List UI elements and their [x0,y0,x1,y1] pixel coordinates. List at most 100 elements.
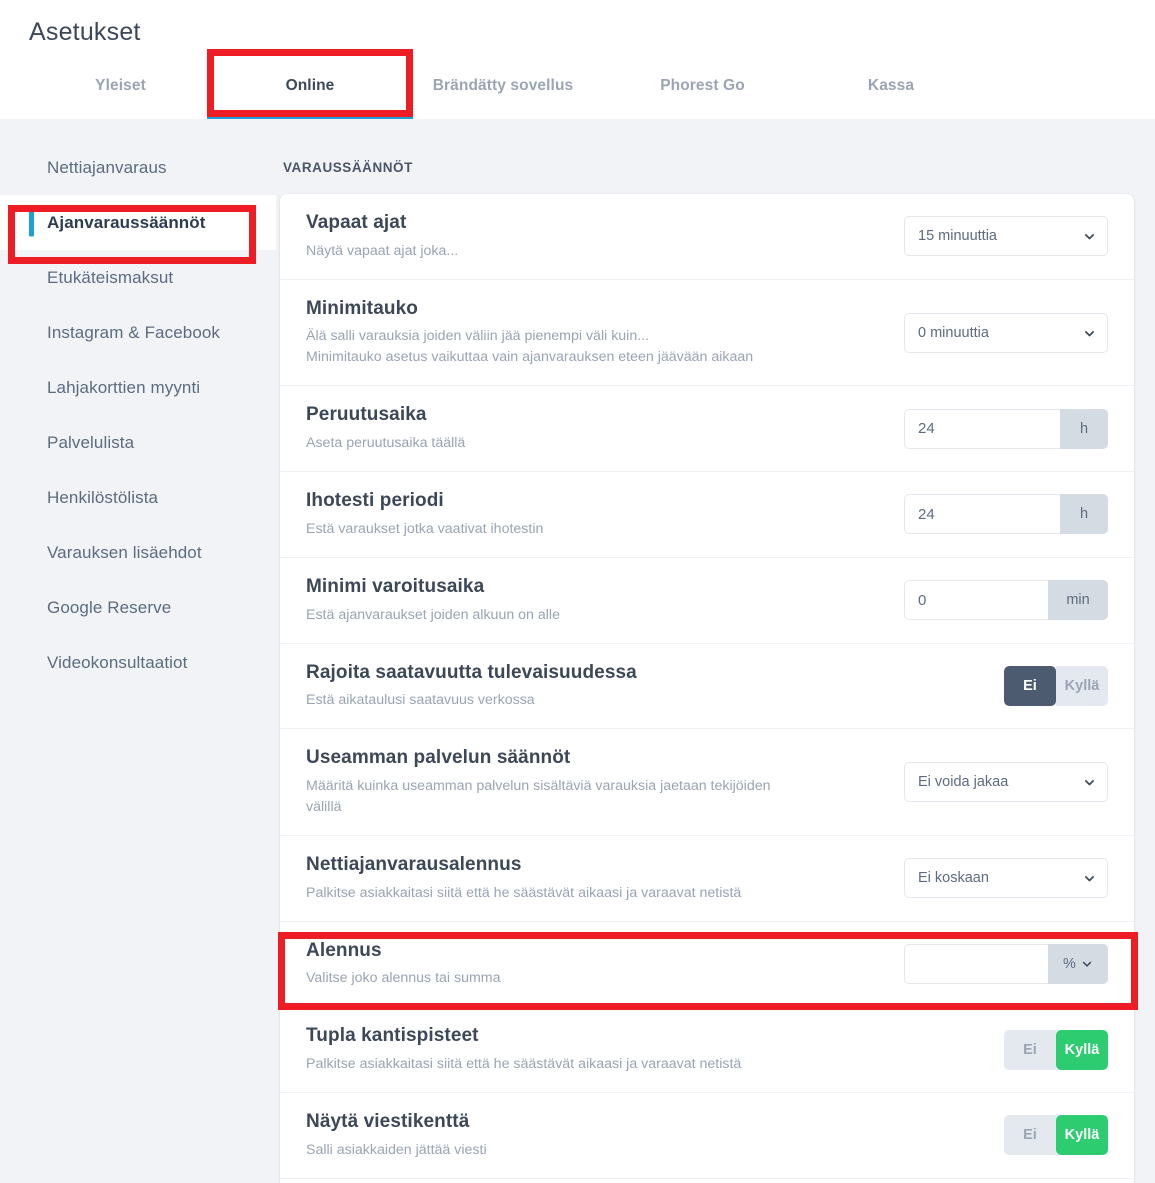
row-control: Ei voida jakaa [904,762,1108,803]
toggle-rajoita-saatavuutta-tulevaisuudessa: Ei Kyllä [1004,665,1108,706]
row-description: Salli asiakkaiden jättää viesti [306,1140,487,1161]
toggle-option-no[interactable]: Ei [1004,665,1056,706]
settings-row-alennus: Alennus Valitse joko alennus tai summa% [280,920,1134,1007]
dropdown-value: 15 minuuttia [918,228,997,245]
row-control: min [904,580,1108,621]
sidebar-item-label: Lahjakorttien myynti [47,377,201,397]
row-text-block: Tupla kantispisteet Palkitse asiakkaitasi… [306,1024,741,1075]
tab-label: Brändätty sovellus [432,77,574,94]
toggle-option-yes[interactable]: Kyllä [1056,1029,1108,1070]
page-header: Asetukset Yleiset Online Brändätty sovellu… [0,0,1155,119]
unit-text: % [1063,956,1076,972]
row-title: Useamman palvelun säännöt [306,747,571,769]
toggle-option-no[interactable]: Ei [1004,1115,1056,1156]
row-control: 15 minuuttia [904,216,1108,257]
input-ihotesti-periodi[interactable] [904,494,1060,535]
sidebar-item-label: Google Reserve [47,597,172,617]
row-description: Palkitse asiakkaitasi siitä että he sääs… [306,1054,741,1075]
row-description-line-1: Näytä vapaat ajat joka... [306,242,459,259]
sidebar-item-varauksen-lisäehdot[interactable]: Varauksen lisäehdot [0,525,276,580]
row-control: h [904,494,1108,535]
dropdown-nettiajanvarausalennus[interactable]: Ei koskaan [904,858,1108,899]
row-text-block: Näytä viestikenttä Salli asiakkaiden jätt… [306,1110,487,1161]
row-text-block: Ihotesti periodi Estä varaukset jotka vaa… [306,489,543,540]
dropdown-useamman-palvelun-säännöt[interactable]: Ei voida jakaa [904,762,1108,803]
tab-label: Phorest Go [660,77,745,94]
settings-page: Asetukset Yleiset Online Brändätty sovellu… [0,0,1155,1183]
row-title: Ihotesti periodi [306,490,444,512]
row-description-line-1: Aseta peruutusaika täällä [306,435,466,452]
unit-label: h [1060,494,1108,535]
dropdown-minimitauko[interactable]: 0 minuuttia [904,312,1108,353]
row-description-line-1: Estä varaukset jotka vaativat ihotestin [306,520,544,537]
row-control: Ei Kyllä [1004,665,1108,706]
row-description: Älä salli varauksia joiden väliin jää pi… [306,326,753,368]
row-control: % [904,944,1108,984]
row-description-line-1: Älä salli varauksia joiden väliin jää pi… [306,328,650,345]
sidebar-item-videokonsultaatiot[interactable]: Videokonsultaatiot [0,635,276,690]
row-control: 0 minuuttia [904,312,1108,353]
row-control: Ei Kyllä [1004,1115,1108,1156]
dropdown-vapaat-ajat[interactable]: 15 minuuttia [904,216,1108,257]
sidebar-item-palvelulista[interactable]: Palvelulista [0,415,276,470]
settings-row-vapaat-ajat: Vapaat ajat Näytä vapaat ajat joka... 15 m… [280,194,1134,279]
settings-row-useamman-palvelun-säännöt: Useamman palvelun säännöt Määritä kuinka … [280,728,1134,835]
row-text-block: Useamman palvelun säännöt Määritä kuinka … [306,746,771,818]
settings-row-tupla-kantispisteet: Tupla kantispisteet Palkitse asiakkaitasi… [280,1006,1134,1092]
settings-row-nettiajanvarausalennus: Nettiajanvarausalennus Palkitse asiakkait… [280,834,1134,921]
sidebar-item-ajanvaraussäännöt[interactable]: Ajanvaraussäännöt [0,195,276,250]
tab-phorest-go[interactable]: Phorest Go [630,63,775,119]
row-description: Näytä vapaat ajat joka... [306,241,458,262]
tab-yleiset[interactable]: Yleiset [64,63,177,119]
input-alennus[interactable] [904,944,1048,984]
tab-online[interactable]: Online [207,63,413,119]
row-description-line-1: Palkitse asiakkaitasi siitä että he sääs… [306,1056,742,1073]
toggle-option-yes[interactable]: Kyllä [1056,1115,1108,1156]
sidebar-item-nettiajanvaraus[interactable]: Nettiajanvaraus [0,140,276,195]
sidebar-item-henkilöstölista[interactable]: Henkilöstölista [0,470,276,525]
sidebar-item-instagram-facebook[interactable]: Instagram & Facebook [0,305,276,360]
input-minimi-varoitusaika[interactable] [904,580,1048,621]
toggle-näytä-viestikenttä: Ei Kyllä [1004,1115,1108,1156]
dropdown-value: Ei voida jakaa [918,774,1009,791]
settings-row-peruutusaika: Peruutusaika Aseta peruutusaika täällä h [280,385,1134,471]
row-description: Aseta peruutusaika täällä [306,433,465,454]
input-peruutusaika[interactable] [904,408,1060,449]
sidebar-item-google-reserve[interactable]: Google Reserve [0,580,276,635]
row-description-line-1: Salli asiakkaiden jättää viesti [306,1141,487,1158]
row-description-line-2: välillä [306,798,342,815]
row-description: Valitse joko alennus tai summa [306,968,501,989]
row-title: Peruutusaika [306,404,427,426]
dropdown-value: Ei koskaan [918,870,989,887]
row-title: Näytä viestikenttä [306,1111,470,1133]
sidebar-item-label: Varauksen lisäehdot [47,542,202,562]
row-control: h [904,408,1108,449]
main-content: VARAUSSÄÄNNÖT Vapaat ajat Näytä vapaat aj… [280,160,1134,1183]
row-control: Ei Kyllä [1004,1029,1108,1070]
chevron-down-icon [1083,776,1095,788]
row-title: Minimi varoitusaika [306,575,485,597]
row-text-block: Nettiajanvarausalennus Palkitse asiakkait… [306,853,741,904]
chevron-down-icon [1081,958,1093,970]
row-text-block: Peruutusaika Aseta peruutusaika täällä [306,403,465,454]
row-text-block: Minimi varoitusaika Estä ajanvaraukset jo… [306,575,560,626]
sidebar-item-label: Palvelulista [47,432,135,452]
active-tab-underline [207,114,413,119]
row-control: Ei koskaan [904,858,1108,899]
sidebar-item-lahjakorttien-myynti[interactable]: Lahjakorttien myynti [0,360,276,415]
sidebar-item-etukäteismaksut[interactable]: Etukäteismaksut [0,250,276,305]
toggle-option-no[interactable]: Ei [1004,1029,1056,1070]
sidebar-item-label: Ajanvaraussäännöt [47,212,206,232]
row-description-line-1: Estä aikataulusi saatavuus verkossa [306,692,535,709]
tab-kassa[interactable]: Kassa [838,63,944,119]
toggle-tupla-kantispisteet: Ei Kyllä [1004,1029,1108,1070]
toggle-option-yes[interactable]: Kyllä [1056,665,1108,706]
row-title: Vapaat ajat [306,212,407,233]
unit-dropdown[interactable]: % [1048,944,1108,984]
settings-row-näytä-viestikenttä: Näytä viestikenttä Salli asiakkaiden jätt… [280,1092,1134,1178]
row-description: Estä ajanvaraukset joiden alkuun on alle [306,605,560,626]
row-text-block: Vapaat ajat Näytä vapaat ajat joka... [306,211,458,262]
unit-label: h [1060,408,1108,449]
settings-row-minimi-varoitusaika: Minimi varoitusaika Estä ajanvaraukset jo… [280,556,1134,643]
tab-br-nd-tty-sovellus[interactable]: Brändätty sovellus [413,63,593,119]
